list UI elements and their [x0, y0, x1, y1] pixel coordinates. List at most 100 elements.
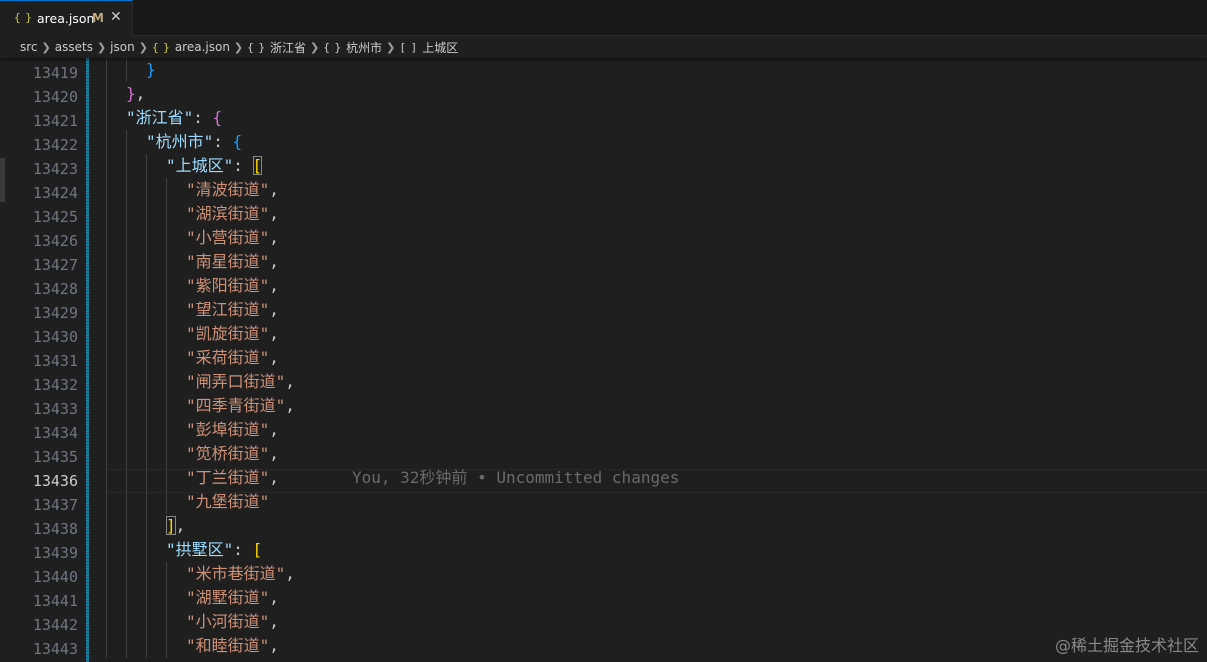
code-token: ,	[269, 612, 279, 631]
line-number: 13420	[32, 88, 78, 106]
line-number: 13426	[32, 232, 78, 250]
line-number: 13433	[32, 400, 78, 418]
code-token: ,	[269, 204, 279, 223]
code-token: :	[193, 108, 213, 127]
code-token: ,	[269, 324, 279, 343]
git-blame-annotation: You, 32秒钟前 • Uncommitted changes	[352, 468, 680, 487]
line-number: 13427	[32, 256, 78, 274]
code-token: ,	[269, 228, 279, 247]
code-line[interactable]: "湖滨街道",	[186, 202, 279, 226]
line-number: 13430	[32, 328, 78, 346]
code-editor[interactable]: 13419 13420 13421 13422 13423 13424 13425 13426…	[0, 58, 1207, 662]
breadcrumb-item[interactable]: 杭州市	[346, 39, 382, 56]
code-token: "湖滨街道"	[186, 204, 270, 223]
code-line[interactable]: "清波街道",	[186, 178, 279, 202]
code-token: ,	[269, 468, 279, 487]
tab-area-json[interactable]: { } area.json M ✕	[0, 0, 133, 36]
code-token: "小营街道"	[186, 228, 270, 247]
code-line[interactable]: "拱墅区": [	[166, 538, 262, 562]
line-number: 13438	[32, 520, 78, 538]
indent-guide	[166, 562, 167, 658]
indent-guide	[126, 58, 127, 82]
array-icon: [ ]	[399, 40, 417, 54]
line-number: 13443	[32, 640, 78, 658]
code-token: "彭埠街道"	[186, 420, 270, 439]
breadcrumb-item[interactable]: 上城区	[422, 39, 458, 56]
code-line[interactable]: "南星街道",	[186, 250, 279, 274]
code-line[interactable]: "湖墅街道",	[186, 586, 279, 610]
code-token: ,	[285, 396, 295, 415]
code-token: ,	[269, 180, 279, 199]
code-token: ,	[269, 348, 279, 367]
breadcrumb: src ❯ assets ❯ json ❯{ } area.json ❯{ } 浙江省 ❯{ } 杭…	[0, 36, 1207, 58]
line-number: 13425	[32, 208, 78, 226]
line-number: 13437	[32, 496, 78, 514]
code-token: [	[252, 156, 263, 175]
code-area[interactable]: }}, "浙江省": {"杭州市": {"上城区": ["清波街道", "湖滨街道"…	[106, 58, 1196, 662]
close-icon[interactable]: ✕	[110, 9, 122, 25]
code-line[interactable]: "笕桥街道",	[186, 442, 279, 466]
code-line[interactable]: "九堡街道"	[186, 490, 269, 514]
code-line[interactable]: "四季青街道",	[186, 394, 295, 418]
line-number: 13435	[32, 448, 78, 466]
tab-label: area.json	[37, 11, 95, 26]
code-token: ]	[166, 516, 176, 535]
object-icon: { }	[323, 40, 341, 54]
code-token: {	[232, 132, 243, 151]
code-line[interactable]: "紫阳街道",	[186, 274, 279, 298]
line-number: 13428	[32, 280, 78, 298]
code-token: :	[233, 540, 253, 559]
code-line[interactable]: ],	[166, 514, 185, 538]
indent-guide	[166, 178, 167, 514]
code-line[interactable]: "上城区": [	[166, 154, 263, 178]
code-token: "清波街道"	[186, 180, 270, 199]
code-token: ,	[269, 420, 279, 439]
code-token: "笕桥街道"	[186, 444, 270, 463]
line-number: 13422	[32, 136, 78, 154]
code-token: "小河街道"	[186, 612, 270, 631]
chevron-right-icon: ❯	[96, 40, 107, 54]
breadcrumb-item[interactable]: area.json	[175, 40, 230, 54]
chevron-right-icon: ❯	[138, 40, 148, 54]
code-token: ,	[269, 588, 279, 607]
code-token: :	[233, 156, 253, 175]
code-line[interactable]: "和睦街道",	[186, 634, 279, 658]
line-number: 13423	[32, 160, 78, 178]
code-token: ,	[285, 564, 295, 583]
breadcrumb-item[interactable]: src	[20, 40, 38, 54]
code-line[interactable]: "凯旋街道",	[186, 322, 279, 346]
line-number: 13424	[32, 184, 78, 202]
code-line[interactable]: "小河街道",	[186, 610, 279, 634]
line-number: 13432	[32, 376, 78, 394]
code-token: "丁兰街道"	[186, 468, 270, 487]
code-token: }	[126, 84, 136, 103]
code-token: ,	[269, 636, 279, 655]
line-number: 13440	[32, 568, 78, 586]
code-line[interactable]: "望江街道",	[186, 298, 279, 322]
editor-window: { } area.json M ✕ src ❯ assets ❯ json ❯{ } are…	[0, 0, 1207, 662]
code-line[interactable]: "杭州市": {	[146, 130, 242, 154]
line-number: 13431	[32, 352, 78, 370]
code-token: ,	[269, 276, 279, 295]
breadcrumb-item[interactable]: 浙江省	[270, 39, 306, 56]
code-line[interactable]: "小营街道",	[186, 226, 279, 250]
code-line[interactable]: "米市巷街道",	[186, 562, 295, 586]
breadcrumb-item[interactable]: json	[110, 40, 135, 54]
breadcrumb-item[interactable]: assets	[55, 40, 93, 54]
code-line[interactable]: "采荷街道",	[186, 346, 279, 370]
code-line[interactable]: "彭埠街道",	[186, 418, 279, 442]
chevron-right-icon: ❯	[386, 40, 396, 54]
code-token: "湖墅街道"	[186, 588, 270, 607]
code-line[interactable]: "丁兰街道",	[186, 466, 279, 490]
json-file-icon: { }	[151, 40, 170, 54]
code-line[interactable]: "浙江省": {	[126, 106, 222, 130]
code-token: ,	[175, 516, 186, 535]
line-number: 13434	[32, 424, 78, 442]
git-modified-indicator[interactable]	[86, 58, 89, 662]
code-line[interactable]: "闸弄口街道",	[186, 370, 295, 394]
modified-badge: M	[92, 11, 104, 25]
code-line[interactable]: },	[126, 82, 145, 106]
code-token: "四季青街道"	[186, 396, 286, 415]
code-token: "紫阳街道"	[186, 276, 270, 295]
code-line[interactable]: }	[146, 58, 156, 82]
